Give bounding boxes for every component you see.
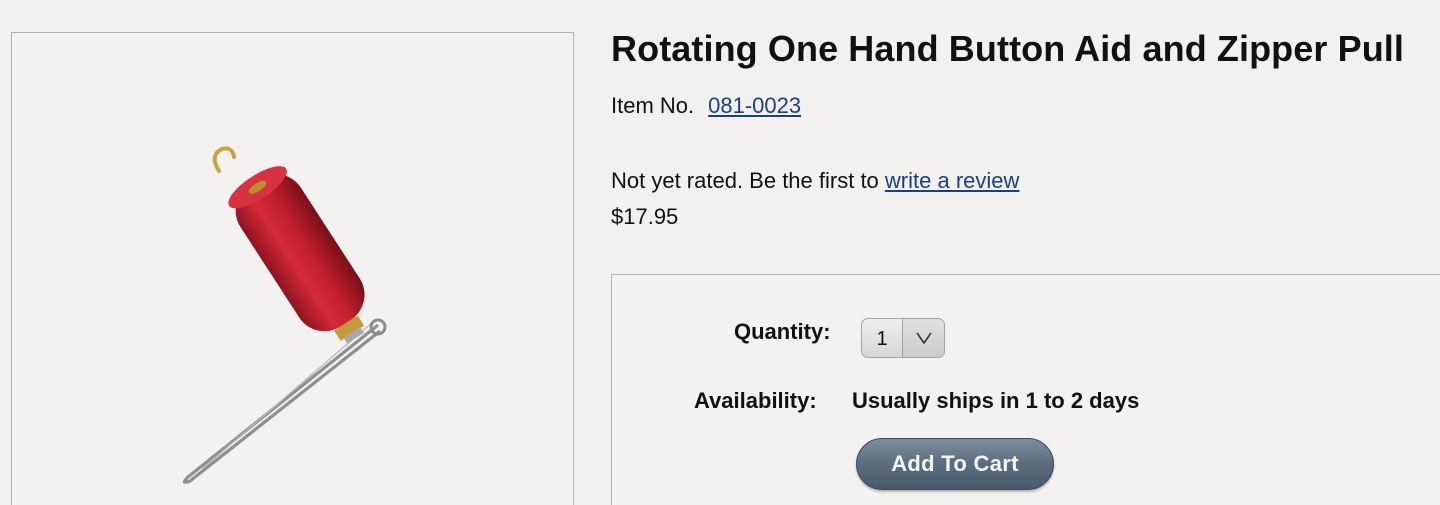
availability-value: Usually ships in 1 to 2 days — [852, 388, 1140, 413]
chevron-down-icon[interactable] — [902, 319, 944, 357]
product-image — [182, 146, 387, 484]
rating-row: Not yet rated. Be the first to write a r… — [611, 168, 1019, 194]
product-page: Rotating One Hand Button Aid and Zipper … — [0, 0, 1440, 505]
item-number-row: Item No. 081-0023 — [611, 93, 801, 119]
item-number-link[interactable]: 081-0023 — [708, 93, 801, 118]
product-image-frame — [11, 32, 574, 505]
quantity-label: Quantity: — [734, 319, 831, 344]
quantity-value: 1 — [876, 327, 888, 350]
availability-label: Availability: — [694, 388, 817, 413]
write-review-link[interactable]: write a review — [885, 168, 1019, 193]
product-price: $17.95 — [611, 204, 679, 229]
item-number-label: Item No. — [611, 93, 695, 118]
rating-text: Not yet rated. Be the first to — [611, 168, 879, 193]
quantity-select[interactable]: 1 — [861, 318, 945, 358]
add-to-cart-button[interactable]: Add To Cart — [856, 438, 1054, 490]
product-title: Rotating One Hand Button Aid and Zipper … — [611, 28, 1405, 69]
